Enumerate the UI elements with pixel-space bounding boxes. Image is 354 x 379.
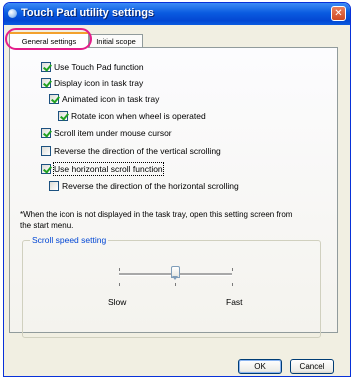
checkbox-use-touch-pad[interactable] <box>41 62 51 72</box>
checkbox-horizontal-scroll[interactable] <box>41 164 51 174</box>
slider-slow-label: Slow <box>108 297 127 307</box>
option-label: Scroll item under mouse cursor <box>54 128 172 138</box>
checkbox-reverse-vertical[interactable] <box>41 146 51 156</box>
checkbox-scroll-under-cursor[interactable] <box>41 128 51 138</box>
option-label: Rotate icon when wheel is operated <box>71 111 206 121</box>
scroll-speed-group <box>22 240 321 338</box>
scroll-speed-group-label: Scroll speed setting <box>30 235 109 246</box>
window-title: Touch Pad utility settings <box>21 7 155 19</box>
checkbox-animated-icon[interactable] <box>49 94 59 104</box>
option-label: Animated icon in task tray <box>62 94 160 104</box>
highlight-ellipse <box>5 28 92 50</box>
close-button[interactable]: ✕ <box>331 6 346 21</box>
app-icon <box>8 9 17 18</box>
cancel-button[interactable]: Cancel <box>290 359 334 374</box>
ok-button[interactable]: OK <box>238 359 282 374</box>
option-label: Display icon in task tray <box>54 78 144 88</box>
slider-tick <box>119 283 120 286</box>
tray-icon-note: *When the icon is not displayed in the t… <box>20 210 293 230</box>
checkbox-reverse-horizontal[interactable] <box>49 181 59 191</box>
option-label: Reverse the direction of the vertical sc… <box>54 146 221 156</box>
scroll-speed-slider-thumb[interactable] <box>171 266 180 280</box>
slider-tick <box>119 268 120 271</box>
option-label: Use Touch Pad function <box>54 62 144 72</box>
option-label: Use horizontal scroll function <box>53 162 164 176</box>
checkbox-display-icon[interactable] <box>41 78 51 88</box>
tab-initial-scope[interactable]: Initial scope <box>89 34 143 48</box>
slider-tick <box>232 268 233 271</box>
title-bar[interactable]: Touch Pad utility settings ✕ <box>4 3 350 25</box>
slider-tick <box>232 283 233 286</box>
slider-fast-label: Fast <box>226 297 243 307</box>
checkbox-rotate-icon[interactable] <box>58 111 68 121</box>
option-label: Reverse the direction of the horizontal … <box>62 181 239 191</box>
slider-tick <box>175 283 176 286</box>
